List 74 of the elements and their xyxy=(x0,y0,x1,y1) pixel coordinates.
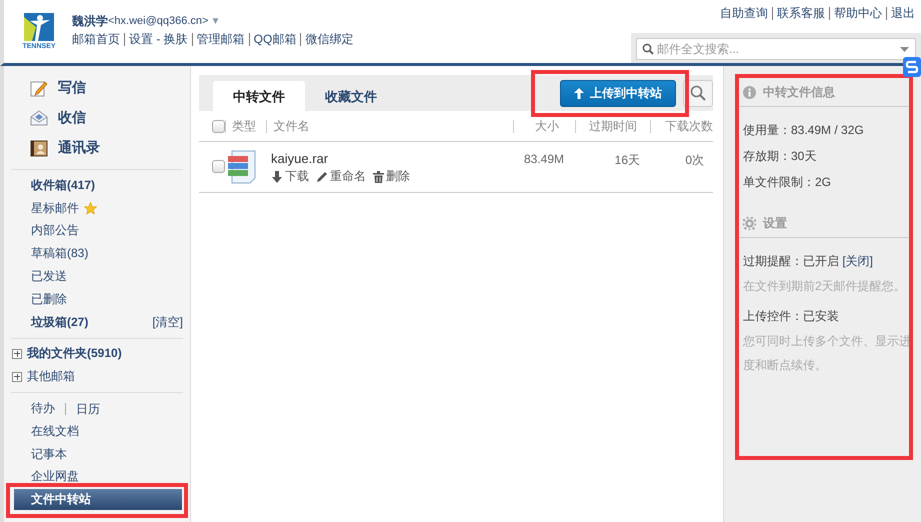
column-header[interactable]: 类型 xyxy=(232,118,256,132)
nav-link[interactable]: 微信绑定 xyxy=(300,33,358,46)
user-name: 魏洪学 xyxy=(72,12,108,30)
logo-icon xyxy=(24,13,54,41)
checkbox[interactable] xyxy=(212,120,225,134)
search-icon xyxy=(642,43,654,55)
column-header[interactable]: 文件名 xyxy=(273,118,310,132)
expand-toggle[interactable] xyxy=(12,348,22,359)
address-book-icon xyxy=(30,140,48,156)
expand-toggle[interactable] xyxy=(12,372,22,382)
nav-link[interactable]: 设置 - 换肤 xyxy=(124,33,192,46)
expiry-time: 16天 xyxy=(614,153,640,167)
stat-text: 存放期：30天 xyxy=(743,148,818,165)
envelope-icon xyxy=(30,110,48,126)
tool-link[interactable]: 日历 xyxy=(65,402,100,415)
panel-heading: 设置 xyxy=(763,214,787,232)
download-icon xyxy=(271,170,283,182)
info-icon xyxy=(743,86,756,98)
top-link[interactable]: 退出 xyxy=(886,7,919,20)
archive-file-icon xyxy=(228,150,256,184)
column-header[interactable]: 下载次数 xyxy=(665,118,713,132)
file-action-link[interactable]: 删除 xyxy=(373,168,410,185)
tool-link[interactable]: 企业网盘 xyxy=(31,468,79,486)
close-link[interactable]: [关闭] xyxy=(842,254,874,268)
top-link[interactable]: 联系客服 xyxy=(772,7,829,20)
search-box[interactable]: 邮件全文搜索... xyxy=(636,38,916,60)
tool-link[interactable]: 记事本 xyxy=(31,446,67,463)
folder-link[interactable]: 星标邮件 xyxy=(31,200,79,217)
stat-text: 使用量：83.49M / 32G xyxy=(743,122,865,139)
user-email: <hx.wei@qq366.cn> xyxy=(108,15,208,27)
folder-link[interactable]: 草稿箱(83) xyxy=(31,245,88,262)
nav-link[interactable]: 管理邮箱 xyxy=(192,33,249,46)
folder-link[interactable]: 其他邮箱 xyxy=(27,368,75,386)
top-link[interactable]: 帮助中心 xyxy=(829,7,886,20)
arrow-up-icon xyxy=(574,88,584,98)
setting-note: 在文件到期前2天邮件提醒您。 xyxy=(743,278,907,295)
panel-heading: 中转文件信息 xyxy=(763,84,835,100)
checkbox[interactable] xyxy=(212,160,225,174)
folder-link[interactable]: 内部公告 xyxy=(31,222,79,240)
tab[interactable]: 中转文件 xyxy=(213,81,305,111)
pencil-icon xyxy=(316,170,328,182)
pencil-icon xyxy=(30,80,48,96)
file-action-link[interactable]: 重命名 xyxy=(316,168,366,185)
folder-link[interactable]: 已删除 xyxy=(31,290,67,308)
tool-link[interactable]: 待办 xyxy=(31,400,55,418)
download-count: 0次 xyxy=(685,153,704,167)
extension-icon[interactable] xyxy=(903,57,921,77)
tab[interactable]: 收藏文件 xyxy=(305,81,397,111)
column-header[interactable]: 大小 xyxy=(535,118,560,132)
file-size: 83.49M xyxy=(524,152,564,166)
file-action-link[interactable]: 下载 xyxy=(271,168,309,185)
nav-link[interactable]: QQ邮箱 xyxy=(248,33,300,46)
caret-icon[interactable] xyxy=(900,46,909,52)
folder-link[interactable]: 已发送 xyxy=(31,268,67,286)
setting-text: 过期提醒：已开启 [关闭] xyxy=(743,253,874,270)
top-link[interactable]: 自助查询 xyxy=(716,7,772,20)
folder-link[interactable]: 我的文件夹(5910) xyxy=(27,345,122,362)
folder-link[interactable]: 垃圾箱(27) xyxy=(31,314,88,331)
upload-button[interactable]: 上传到中转站 xyxy=(560,80,676,106)
sidebar-action[interactable]: 写信 xyxy=(11,73,183,103)
setting-text: 上传控件：已安装 xyxy=(743,308,840,325)
gear-icon xyxy=(743,216,756,230)
sidebar-action[interactable]: 收信 xyxy=(11,103,183,133)
file-name[interactable]: kaiyue.rar xyxy=(271,151,328,166)
column-header[interactable]: 过期时间 xyxy=(589,118,638,132)
trash-icon xyxy=(373,170,384,182)
tool-link[interactable]: 在线文档 xyxy=(31,422,79,440)
selected-nav-item[interactable]: 文件中转站 xyxy=(14,489,182,510)
nav-link[interactable]: 邮箱首页 xyxy=(72,33,124,46)
search-icon xyxy=(690,85,706,101)
clear-link[interactable]: [清空] xyxy=(152,314,183,331)
stat-text: 单文件限制：2G xyxy=(743,174,832,191)
sidebar-action[interactable]: 通讯录 xyxy=(11,133,183,163)
folder-link[interactable]: 收件箱(417) xyxy=(31,176,96,194)
